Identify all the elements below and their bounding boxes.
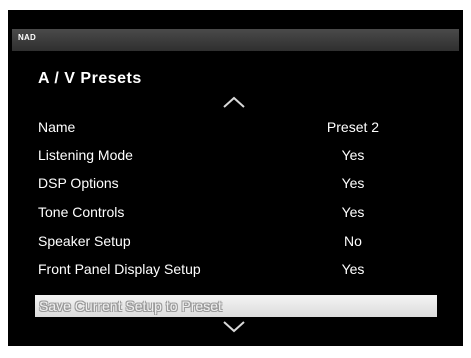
menu-item-label: Save Current Setup to Preset — [39, 298, 222, 314]
menu-item-name[interactable]: Name Preset 2 — [38, 116, 458, 138]
menu-item-label: DSP Options — [38, 175, 119, 191]
brand-logo: NAD — [18, 33, 36, 42]
menu-item-label: Listening Mode — [38, 147, 133, 163]
menu-item-value: Yes — [341, 204, 365, 220]
page-title: A / V Presets — [38, 70, 142, 87]
osd-screen: NAD A / V Presets Name Preset 2 Listenin… — [8, 10, 463, 346]
menu-item-value: Yes — [341, 175, 365, 191]
menu-item-label: Speaker Setup — [38, 233, 131, 249]
header-bar: NAD — [12, 29, 459, 51]
menu-item-front-panel-display-setup[interactable]: Front Panel Display Setup Yes — [38, 258, 458, 280]
menu-item-label: Front Panel Display Setup — [38, 261, 201, 277]
menu-item-value: Preset 2 — [326, 119, 380, 135]
menu-item-save-current-setup[interactable]: Save Current Setup to Preset — [35, 295, 437, 317]
chevron-up-icon[interactable] — [220, 94, 248, 110]
menu-item-value: No — [344, 233, 362, 249]
menu-item-value: Yes — [341, 261, 365, 277]
menu-item-label: Tone Controls — [38, 204, 125, 220]
menu-item-dsp-options[interactable]: DSP Options Yes — [38, 172, 458, 194]
menu-item-value: Yes — [341, 147, 365, 163]
menu-item-label: Name — [38, 119, 76, 135]
menu-item-listening-mode[interactable]: Listening Mode Yes — [38, 144, 458, 166]
menu-item-tone-controls[interactable]: Tone Controls Yes — [38, 201, 458, 223]
chevron-down-icon[interactable] — [220, 319, 248, 335]
menu-item-speaker-setup[interactable]: Speaker Setup No — [38, 230, 458, 252]
